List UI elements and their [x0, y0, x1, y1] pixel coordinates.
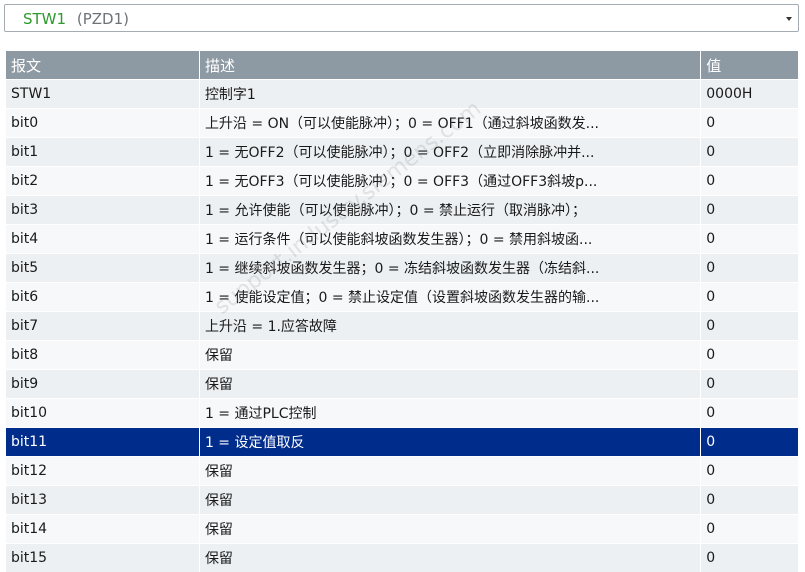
- cell-telegram: bit7: [6, 311, 200, 341]
- control-word-table: 报文 描述 值 STW1 控制字1 0000H bit0 上升沿 = ON（可以使能脉冲…: [6, 51, 798, 572]
- cell-value: 0: [700, 543, 798, 572]
- cell-description: 保留: [199, 543, 702, 572]
- cell-value: 0: [700, 311, 798, 341]
- cell-description: 1 = 继续斜坡函数发生器；0 = 冻结斜坡函数发生器（冻结斜...: [199, 253, 702, 283]
- table-row[interactable]: bit0 上升沿 = ON（可以使能脉冲）；0 = OFF1（通过斜坡函数发...…: [6, 108, 798, 138]
- table-row[interactable]: bit9 保留 0: [6, 369, 798, 399]
- cell-telegram: bit6: [6, 282, 200, 312]
- table-row[interactable]: bit12 保留 0: [6, 456, 798, 486]
- cell-value: 0: [700, 195, 798, 225]
- cell-value: 0: [700, 514, 798, 544]
- cell-description: 保留: [199, 485, 702, 515]
- chevron-down-icon[interactable]: [786, 17, 792, 21]
- table-header-row: 报文 描述 值: [6, 51, 798, 80]
- cell-telegram: STW1: [6, 79, 200, 109]
- cell-description: 保留: [199, 340, 702, 370]
- table-row[interactable]: bit6 1 = 使能设定值；0 = 禁止设定值（设置斜坡函数发生器的输... 0: [6, 282, 798, 312]
- cell-value: 0: [700, 340, 798, 370]
- cell-telegram: bit11: [6, 427, 200, 457]
- cell-description: 1 = 设定值取反: [199, 427, 702, 457]
- cell-telegram: bit1: [6, 137, 200, 167]
- table-row[interactable]: bit15 保留 0: [6, 543, 798, 572]
- cell-telegram: bit2: [6, 166, 200, 196]
- cell-description: 1 = 使能设定值；0 = 禁止设定值（设置斜坡函数发生器的输...: [199, 282, 702, 312]
- cell-telegram: bit9: [6, 369, 200, 399]
- cell-value: 0: [700, 166, 798, 196]
- column-header-value[interactable]: 值: [700, 51, 798, 80]
- cell-description: 1 = 通过PLC控制: [199, 398, 702, 428]
- cell-value: 0: [700, 224, 798, 254]
- table-row[interactable]: bit10 1 = 通过PLC控制 0: [6, 398, 798, 428]
- cell-value: 0: [700, 253, 798, 283]
- cell-telegram: bit0: [6, 108, 200, 138]
- telegram-select-value: STW1 (PZD1): [23, 10, 129, 28]
- cell-value: 0: [700, 137, 798, 167]
- telegram-name: STW1: [23, 10, 67, 28]
- table-row[interactable]: bit1 1 = 无OFF2（可以使能脉冲）；0 = OFF2（立即消除脉冲并..…: [6, 137, 798, 167]
- cell-description: 控制字1: [199, 79, 702, 109]
- table-row[interactable]: bit2 1 = 无OFF3（可以使能脉冲）；0 = OFF3（通过OFF3斜坡p…: [6, 166, 798, 196]
- cell-telegram: bit12: [6, 456, 200, 486]
- cell-telegram: bit5: [6, 253, 200, 283]
- table-row[interactable]: bit13 保留 0: [6, 485, 798, 515]
- cell-description: 1 = 允许使能（可以使能脉冲）；0 = 禁止运行（取消脉冲）；: [199, 195, 702, 225]
- cell-value: 0: [700, 427, 798, 457]
- cell-telegram: bit8: [6, 340, 200, 370]
- cell-value: 0: [700, 398, 798, 428]
- cell-description: 1 = 无OFF2（可以使能脉冲）；0 = OFF2（立即消除脉冲并...: [199, 137, 702, 167]
- cell-description: 保留: [199, 456, 702, 486]
- table-row[interactable]: bit3 1 = 允许使能（可以使能脉冲）；0 = 禁止运行（取消脉冲）； 0: [6, 195, 798, 225]
- cell-value: 0: [700, 485, 798, 515]
- table-row[interactable]: bit14 保留 0: [6, 514, 798, 544]
- table-row[interactable]: bit11 1 = 设定值取反 0: [6, 427, 798, 457]
- table-row[interactable]: STW1 控制字1 0000H: [6, 79, 798, 109]
- cell-telegram: bit14: [6, 514, 200, 544]
- cell-telegram: bit4: [6, 224, 200, 254]
- cell-description: 1 = 无OFF3（可以使能脉冲）；0 = OFF3（通过OFF3斜坡p...: [199, 166, 702, 196]
- cell-value: 0: [700, 282, 798, 312]
- cell-telegram: bit15: [6, 543, 200, 572]
- cell-telegram: bit13: [6, 485, 200, 515]
- cell-value: 0000H: [700, 79, 798, 109]
- cell-description: 1 = 运行条件（可以使能斜坡函数发生器）；0 = 禁用斜坡函...: [199, 224, 702, 254]
- cell-description: 保留: [199, 369, 702, 399]
- cell-telegram: bit3: [6, 195, 200, 225]
- cell-description: 上升沿 = ON（可以使能脉冲）；0 = OFF1（通过斜坡函数发...: [199, 108, 702, 138]
- cell-value: 0: [700, 456, 798, 486]
- table-row[interactable]: bit7 上升沿 = 1.应答故障 0: [6, 311, 798, 341]
- cell-description: 保留: [199, 514, 702, 544]
- cell-description: 上升沿 = 1.应答故障: [199, 311, 702, 341]
- telegram-pzd: (PZD1): [76, 10, 129, 28]
- cell-value: 0: [700, 108, 798, 138]
- column-header-description[interactable]: 描述: [199, 51, 702, 80]
- cell-value: 0: [700, 369, 798, 399]
- column-header-telegram[interactable]: 报文: [6, 51, 200, 80]
- telegram-select[interactable]: STW1 (PZD1): [4, 4, 799, 32]
- cell-telegram: bit10: [6, 398, 200, 428]
- table-row[interactable]: bit8 保留 0: [6, 340, 798, 370]
- table-row[interactable]: bit5 1 = 继续斜坡函数发生器；0 = 冻结斜坡函数发生器（冻结斜... 0: [6, 253, 798, 283]
- table-row[interactable]: bit4 1 = 运行条件（可以使能斜坡函数发生器）；0 = 禁用斜坡函... 0: [6, 224, 798, 254]
